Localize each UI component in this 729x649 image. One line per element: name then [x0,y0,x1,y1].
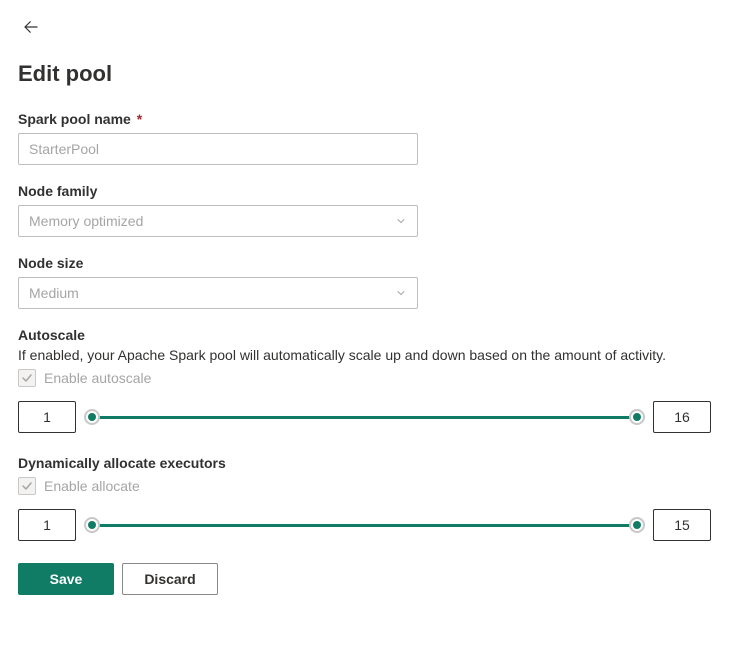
node-size-dropdown[interactable]: Medium [18,277,418,309]
slider-track-line [90,416,639,419]
node-size-value: Medium [29,285,79,301]
autoscale-slider[interactable] [90,407,639,427]
autoscale-min-input[interactable] [18,401,76,433]
dyn-alloc-checkbox-label: Enable allocate [44,478,140,494]
autoscale-heading: Autoscale [18,327,711,343]
dyn-alloc-min-input[interactable] [18,509,76,541]
dyn-alloc-slider-row [18,509,711,541]
save-button[interactable]: Save [18,563,114,595]
page-title: Edit pool [18,61,711,87]
dyn-alloc-heading: Dynamically allocate executors [18,455,711,471]
node-family-dropdown[interactable]: Memory optimized [18,205,418,237]
autoscale-max-input[interactable] [653,401,711,433]
label-text: Spark pool name [18,111,131,127]
field-pool-name: Spark pool name * [18,111,711,165]
arrow-left-icon [22,18,40,39]
slider-handle-max[interactable] [629,409,645,425]
autoscale-checkbox-label: Enable autoscale [44,370,151,386]
dyn-alloc-checkbox[interactable] [18,477,36,495]
autoscale-checkbox[interactable] [18,369,36,387]
discard-button[interactable]: Discard [122,563,218,595]
slider-track-line [90,524,639,527]
node-family-value: Memory optimized [29,213,143,229]
autoscale-slider-row [18,401,711,433]
chevron-down-icon [395,215,407,227]
node-family-label: Node family [18,183,711,199]
slider-handle-min[interactable] [84,409,100,425]
slider-handle-max[interactable] [629,517,645,533]
required-asterisk: * [137,111,142,127]
field-node-family: Node family Memory optimized [18,183,711,237]
pool-name-input[interactable] [18,133,418,165]
dyn-alloc-max-input[interactable] [653,509,711,541]
autoscale-checkbox-row: Enable autoscale [18,369,711,387]
dyn-alloc-slider[interactable] [90,515,639,535]
button-row: Save Discard [18,563,711,595]
chevron-down-icon [395,287,407,299]
pool-name-label: Spark pool name * [18,111,711,127]
autoscale-description: If enabled, your Apache Spark pool will … [18,347,711,363]
back-button[interactable] [18,14,44,43]
dyn-alloc-checkbox-row: Enable allocate [18,477,711,495]
slider-handle-min[interactable] [84,517,100,533]
field-node-size: Node size Medium [18,255,711,309]
node-size-label: Node size [18,255,711,271]
